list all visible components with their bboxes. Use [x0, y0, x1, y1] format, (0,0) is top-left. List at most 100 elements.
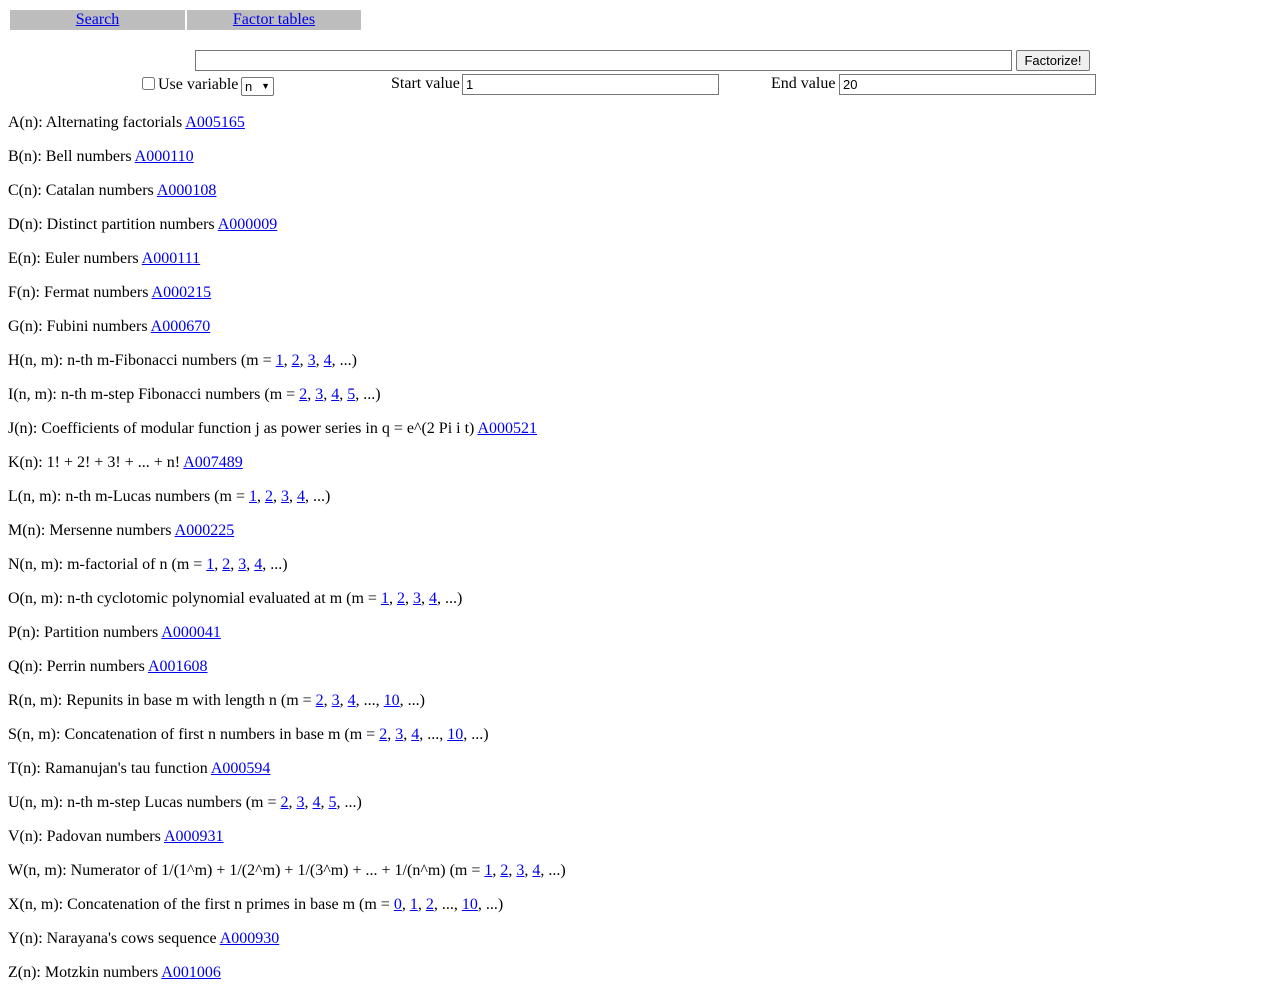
function-link[interactable]: 10 [447, 726, 463, 743]
function-text: , ...) [336, 794, 362, 811]
use-variable-option[interactable]: Use variable [142, 76, 238, 94]
function-link[interactable]: A005165 [185, 114, 245, 131]
function-text: , [256, 488, 265, 505]
function-link[interactable]: 1 [381, 590, 389, 607]
factorize-button[interactable]: Factorize! [1016, 50, 1090, 71]
function-link[interactable]: A007489 [183, 454, 243, 471]
function-link[interactable]: 3 [395, 726, 403, 743]
function-list-item: U(n, m): n-th m-step Lucas numbers (m = … [8, 793, 1268, 827]
function-text: , ...) [399, 692, 425, 709]
function-text: D(n): Distinct partition numbers [8, 216, 218, 233]
function-link[interactable]: 4 [348, 692, 356, 709]
function-list-item: W(n, m): Numerator of 1/(1^m) + 1/(2^m) … [8, 861, 1268, 895]
function-list-item: J(n): Coefficients of modular function j… [8, 419, 1268, 453]
function-text: , [304, 794, 313, 811]
function-link[interactable]: A000521 [477, 420, 537, 437]
function-text: J(n): Coefficients of modular function j… [8, 420, 478, 437]
function-text: , ..., [355, 692, 384, 709]
function-link[interactable]: A000041 [161, 624, 221, 641]
function-text: I(n, m): n-th m-step Fibonacci numbers (… [8, 386, 300, 403]
variable-select[interactable]: n ▼ [241, 77, 274, 96]
nav-tab-search[interactable]: Search [10, 10, 185, 30]
function-text: K(n): 1! + 2! + 3! + ... + n! [8, 454, 184, 471]
function-link[interactable]: 0 [394, 896, 402, 913]
function-text: P(n): Partition numbers [8, 624, 162, 641]
function-link[interactable]: 10 [462, 896, 478, 913]
function-text: , [299, 352, 308, 369]
function-text: , [339, 386, 348, 403]
function-link[interactable]: 3 [413, 590, 421, 607]
function-text: , [320, 794, 329, 811]
function-link[interactable]: 4 [331, 386, 339, 403]
function-link[interactable]: A000111 [142, 250, 200, 267]
function-link[interactable]: A000670 [151, 318, 211, 335]
function-list-item: P(n): Partition numbers A000041 [8, 623, 1268, 657]
function-link[interactable]: 2 [299, 386, 307, 403]
function-link[interactable]: A000215 [152, 284, 212, 301]
function-link[interactable]: 10 [384, 692, 400, 709]
function-link[interactable]: 1 [249, 488, 257, 505]
function-text: , [404, 590, 413, 607]
function-link[interactable]: 3 [297, 794, 305, 811]
function-text: , ...) [331, 352, 357, 369]
function-text: , [315, 352, 324, 369]
function-link[interactable]: 2 [426, 896, 434, 913]
function-link[interactable]: A000930 [220, 930, 280, 947]
function-list-item: H(n, m): n-th m-Fibonacci numbers (m = 1… [8, 351, 1268, 385]
function-list-item: X(n, m): Concatenation of the first n pr… [8, 895, 1268, 929]
expression-input[interactable] [195, 50, 1012, 71]
function-link[interactable]: 2 [265, 488, 273, 505]
function-link[interactable]: A000110 [135, 148, 194, 165]
function-text: , [307, 386, 316, 403]
start-value-input[interactable] [462, 74, 719, 95]
function-text: , [288, 794, 297, 811]
function-link[interactable]: 2 [316, 692, 324, 709]
function-link[interactable]: 5 [347, 386, 355, 403]
function-text: X(n, m): Concatenation of the first n pr… [8, 896, 394, 913]
function-link[interactable]: 1 [276, 352, 284, 369]
function-text: Z(n): Motzkin numbers [8, 964, 162, 981]
function-list-item: Z(n): Motzkin numbers A001006 [8, 963, 1268, 997]
function-link[interactable]: 2 [292, 352, 300, 369]
function-text: E(n): Euler numbers [8, 250, 142, 267]
end-value-input[interactable] [839, 74, 1096, 95]
function-link[interactable]: 5 [329, 794, 337, 811]
nav-tab-factor-tables[interactable]: Factor tables [187, 10, 361, 30]
function-link[interactable]: A000225 [175, 522, 235, 539]
function-link[interactable]: A000108 [157, 182, 217, 199]
function-link[interactable]: 3 [332, 692, 340, 709]
function-list-item: L(n, m): n-th m-Lucas numbers (m = 1, 2,… [8, 487, 1268, 521]
function-text: , [323, 386, 332, 403]
function-list-item: B(n): Bell numbers A000110 [8, 147, 1268, 181]
function-text: , ..., [433, 896, 462, 913]
function-link[interactable]: A001608 [148, 658, 208, 675]
function-link[interactable]: 4 [411, 726, 419, 743]
function-link[interactable]: 1 [410, 896, 418, 913]
function-link[interactable]: 2 [379, 726, 387, 743]
function-text: , [387, 726, 396, 743]
function-text: O(n, m): n-th cyclotomic polynomial eval… [8, 590, 381, 607]
function-text: , ...) [463, 726, 489, 743]
function-text: , [420, 590, 429, 607]
function-list-item: Y(n): Narayana's cows sequence A000930 [8, 929, 1268, 963]
function-link[interactable]: 4 [429, 590, 437, 607]
function-link[interactable]: 2 [281, 794, 289, 811]
function-link[interactable]: 4 [324, 352, 332, 369]
function-link[interactable]: 3 [315, 386, 323, 403]
function-text: , ...) [477, 896, 504, 913]
function-link[interactable]: A000594 [211, 760, 271, 777]
use-variable-checkbox[interactable] [142, 77, 155, 90]
function-list-item: R(n, m): Repunits in base m with length … [8, 691, 1268, 725]
function-link[interactable]: A000931 [164, 828, 224, 845]
function-link[interactable]: 2 [397, 590, 405, 607]
function-link[interactable]: A000009 [218, 216, 278, 233]
function-text: , ...) [304, 488, 331, 505]
function-link[interactable]: A001006 [161, 964, 221, 981]
function-text: H(n, m): n-th m-Fibonacci numbers (m = [8, 352, 276, 369]
function-link[interactable]: 4 [313, 794, 321, 811]
function-text: , [388, 590, 397, 607]
function-link[interactable]: 3 [281, 488, 289, 505]
function-list-item: E(n): Euler numbers A000111 [8, 249, 1268, 283]
function-link[interactable]: 4 [297, 488, 305, 505]
function-link[interactable]: 3 [308, 352, 316, 369]
